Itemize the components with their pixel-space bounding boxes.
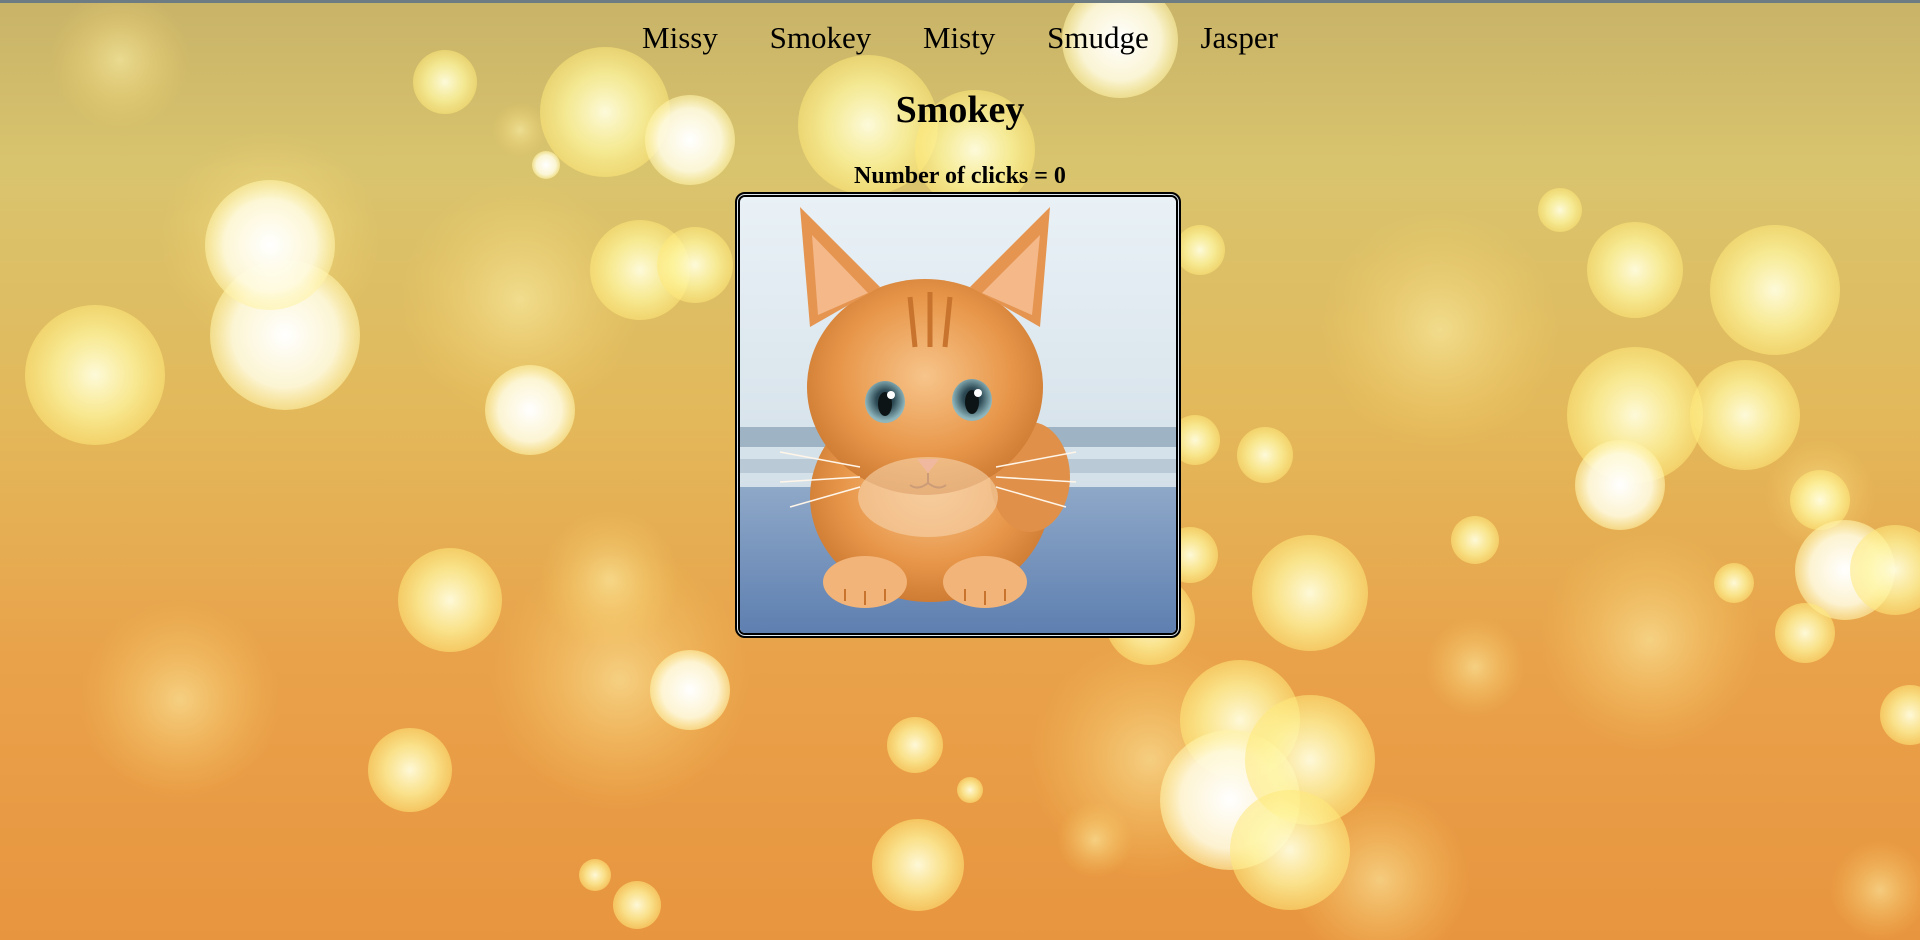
nav-item-missy[interactable]: Missy	[642, 20, 718, 56]
window-top-border	[0, 0, 1920, 3]
cat-nav: Missy Smokey Misty Smudge Jasper	[0, 20, 1920, 56]
cat-name-heading: Smokey	[895, 89, 1025, 131]
kitten-illustration	[740, 197, 1176, 633]
nav-item-smudge[interactable]: Smudge	[1047, 20, 1149, 56]
click-counter: Number of clicks = 0	[854, 163, 1066, 189]
cat-image[interactable]	[735, 192, 1181, 638]
nav-item-jasper[interactable]: Jasper	[1200, 20, 1277, 56]
nav-item-misty[interactable]: Misty	[923, 20, 995, 56]
nav-item-smokey[interactable]: Smokey	[770, 20, 872, 56]
